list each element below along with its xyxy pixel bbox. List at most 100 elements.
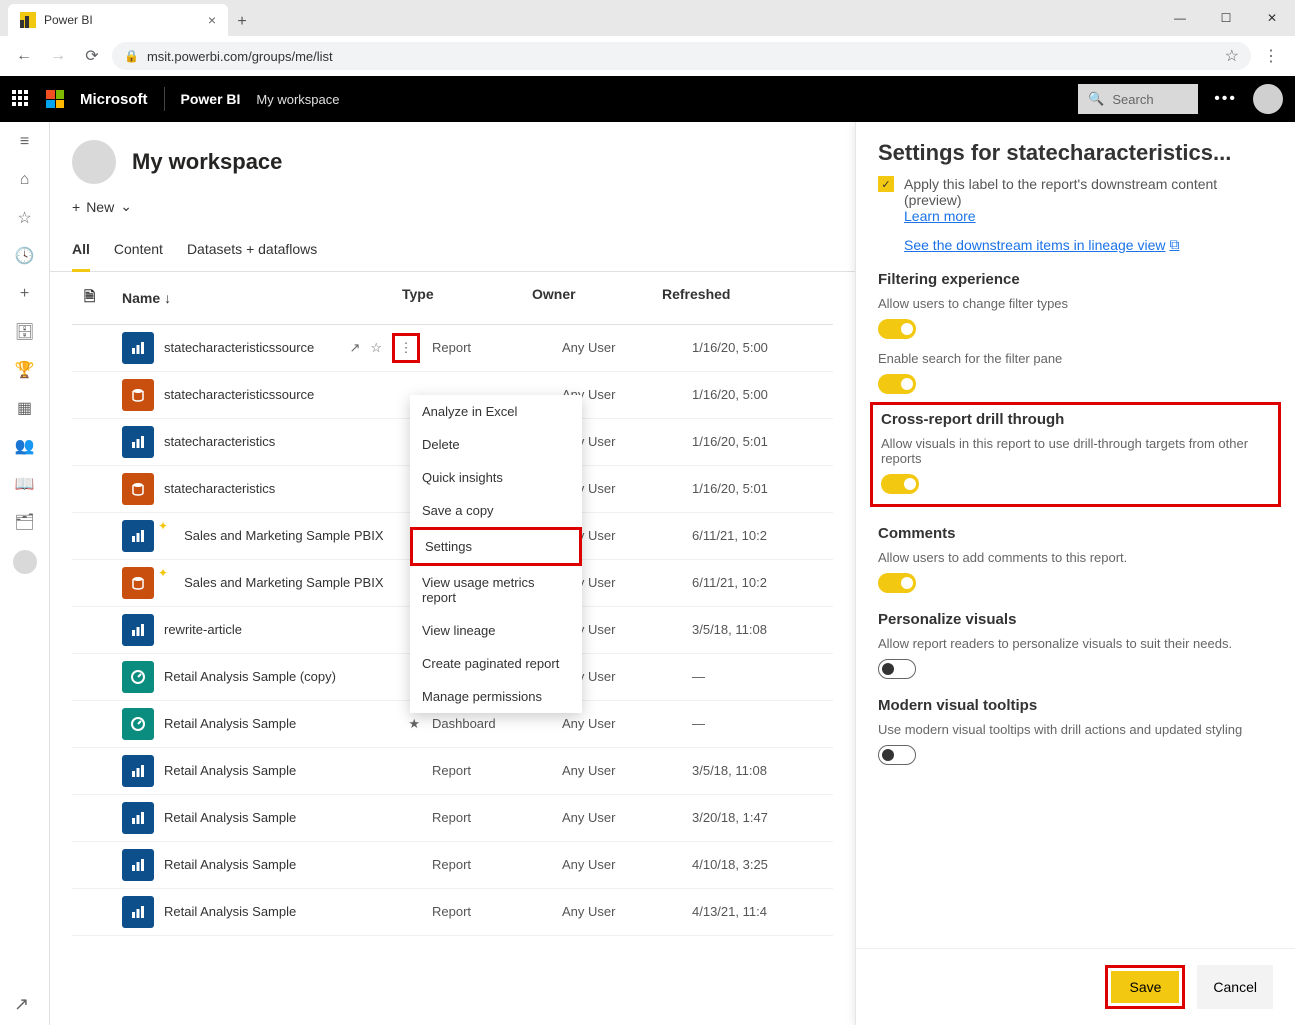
item-refreshed: 3/5/18, 11:08: [692, 763, 812, 778]
item-name: Retail Analysis Sample: [164, 904, 296, 919]
reload-button[interactable]: ⟳: [78, 42, 106, 70]
column-type[interactable]: Type: [402, 286, 532, 310]
menu-item-view-lineage[interactable]: View lineage: [410, 614, 582, 647]
app-launcher-icon[interactable]: [12, 90, 30, 108]
recent-icon[interactable]: 🕓: [15, 246, 35, 266]
dashboard-icon: [122, 661, 154, 693]
item-name: Sales and Marketing Sample PBIX: [184, 575, 383, 590]
apply-label-checkbox[interactable]: ✓: [878, 176, 894, 192]
goals-icon[interactable]: 🏆: [15, 360, 35, 380]
column-name[interactable]: Name: [122, 290, 160, 306]
close-tab-icon[interactable]: ×: [208, 12, 216, 28]
microsoft-logo-icon: [46, 90, 64, 108]
item-refreshed: 3/5/18, 11:08: [692, 622, 812, 637]
product-label[interactable]: Power BI: [181, 91, 241, 107]
item-name: statecharacteristics: [164, 481, 275, 496]
learn-icon[interactable]: 📖: [15, 474, 35, 494]
filter-search-toggle[interactable]: [878, 374, 916, 394]
minimize-icon[interactable]: —: [1157, 0, 1203, 36]
more-options-button[interactable]: ⋮: [392, 333, 420, 363]
search-input[interactable]: 🔍 Search: [1078, 84, 1198, 114]
my-workspace-icon[interactable]: [13, 550, 37, 574]
share-icon[interactable]: ↗: [349, 340, 360, 356]
lineage-link[interactable]: See the downstream items in lineage view…: [904, 236, 1179, 253]
menu-item-analyze-in-excel[interactable]: Analyze in Excel: [410, 395, 582, 428]
new-tab-button[interactable]: +: [228, 8, 256, 36]
comments-toggle[interactable]: [878, 573, 916, 593]
crossreport-toggle[interactable]: [881, 474, 919, 494]
item-owner: Any User: [562, 810, 692, 825]
menu-item-settings[interactable]: Settings: [410, 527, 582, 566]
menu-item-view-usage-metrics-report[interactable]: View usage metrics report: [410, 566, 582, 614]
item-refreshed: 1/16/20, 5:00: [692, 387, 812, 402]
item-name: Retail Analysis Sample (copy): [164, 669, 336, 684]
table-row[interactable]: statecharacteristicssource ↗☆⋮ Report An…: [72, 325, 833, 372]
expand-rail-icon[interactable]: ↗: [14, 994, 29, 1015]
item-type: Report: [432, 340, 562, 355]
tooltips-toggle[interactable]: [878, 745, 916, 765]
datasets-icon[interactable]: 🗄: [15, 322, 35, 342]
item-refreshed: —: [692, 716, 812, 731]
bookmark-star-icon[interactable]: ☆: [1225, 46, 1239, 66]
tab-datasets[interactable]: Datasets + dataflows: [187, 231, 317, 271]
tab-title: Power BI: [44, 13, 93, 27]
column-refreshed[interactable]: Refreshed: [662, 286, 782, 310]
file-icon-header: 🗎: [72, 286, 122, 310]
save-highlight: Save: [1105, 965, 1185, 1009]
report-icon: [122, 896, 154, 928]
create-icon[interactable]: +: [15, 284, 35, 304]
back-button[interactable]: ←: [10, 42, 38, 70]
item-type: Report: [432, 763, 562, 778]
learn-more-link[interactable]: Learn more: [904, 208, 976, 224]
favorites-icon[interactable]: ☆: [15, 208, 35, 228]
sort-arrow-icon: ↓: [164, 290, 171, 306]
shared-icon[interactable]: 👥: [15, 436, 35, 456]
menu-item-save-a-copy[interactable]: Save a copy: [410, 494, 582, 527]
table-row[interactable]: Retail Analysis Sample Report Any User 3…: [72, 748, 833, 795]
save-button[interactable]: Save: [1111, 971, 1179, 1003]
maximize-icon[interactable]: ☐: [1203, 0, 1249, 36]
browser-tab[interactable]: Power BI ×: [8, 4, 228, 36]
table-row[interactable]: Retail Analysis Sample Report Any User 4…: [72, 842, 833, 889]
user-avatar[interactable]: [1253, 84, 1283, 114]
dataset-icon: [122, 567, 154, 599]
tooltips-desc: Use modern visual tooltips with drill ac…: [878, 722, 1273, 737]
workspaces-icon[interactable]: 🗂: [15, 512, 35, 532]
star-icon[interactable]: ☆: [370, 340, 382, 356]
menu-item-delete[interactable]: Delete: [410, 428, 582, 461]
apps-icon[interactable]: ▦: [15, 398, 35, 418]
more-options-icon[interactable]: •••: [1214, 90, 1237, 108]
menu-item-manage-permissions[interactable]: Manage permissions: [410, 680, 582, 713]
url-text: msit.powerbi.com/groups/me/list: [147, 49, 333, 64]
cancel-button[interactable]: Cancel: [1197, 965, 1273, 1009]
home-icon[interactable]: ⌂: [15, 170, 35, 190]
table-row[interactable]: Retail Analysis Sample Report Any User 4…: [72, 889, 833, 936]
personalize-desc: Allow report readers to personalize visu…: [878, 636, 1273, 651]
tab-content[interactable]: Content: [114, 231, 163, 271]
item-owner: Any User: [562, 340, 692, 355]
new-button[interactable]: + New ⌄: [72, 198, 132, 215]
report-icon: [122, 849, 154, 881]
comments-desc: Allow users to add comments to this repo…: [878, 550, 1273, 565]
item-refreshed: 1/16/20, 5:00: [692, 340, 812, 355]
personalize-toggle[interactable]: [878, 659, 916, 679]
comments-title: Comments: [878, 525, 1273, 542]
column-owner[interactable]: Owner: [532, 286, 662, 310]
search-placeholder: Search: [1112, 92, 1153, 107]
close-window-icon[interactable]: ✕: [1249, 0, 1295, 36]
menu-icon[interactable]: ≡: [15, 132, 35, 152]
report-icon: [122, 802, 154, 834]
star-icon: ★: [408, 716, 420, 732]
tab-all[interactable]: All: [72, 231, 90, 272]
menu-item-create-paginated-report[interactable]: Create paginated report: [410, 647, 582, 680]
filter-types-toggle[interactable]: [878, 319, 916, 339]
filter-section-title: Filtering experience: [878, 271, 1273, 288]
address-bar[interactable]: 🔒 msit.powerbi.com/groups/me/list ☆: [112, 42, 1251, 70]
workspace-breadcrumb[interactable]: My workspace: [256, 92, 339, 107]
item-refreshed: 1/16/20, 5:01: [692, 434, 812, 449]
table-row[interactable]: Retail Analysis Sample Report Any User 3…: [72, 795, 833, 842]
forward-button[interactable]: →: [44, 42, 72, 70]
menu-item-quick-insights[interactable]: Quick insights: [410, 461, 582, 494]
item-name: Retail Analysis Sample: [164, 763, 296, 778]
browser-menu-icon[interactable]: ⋮: [1257, 46, 1285, 66]
